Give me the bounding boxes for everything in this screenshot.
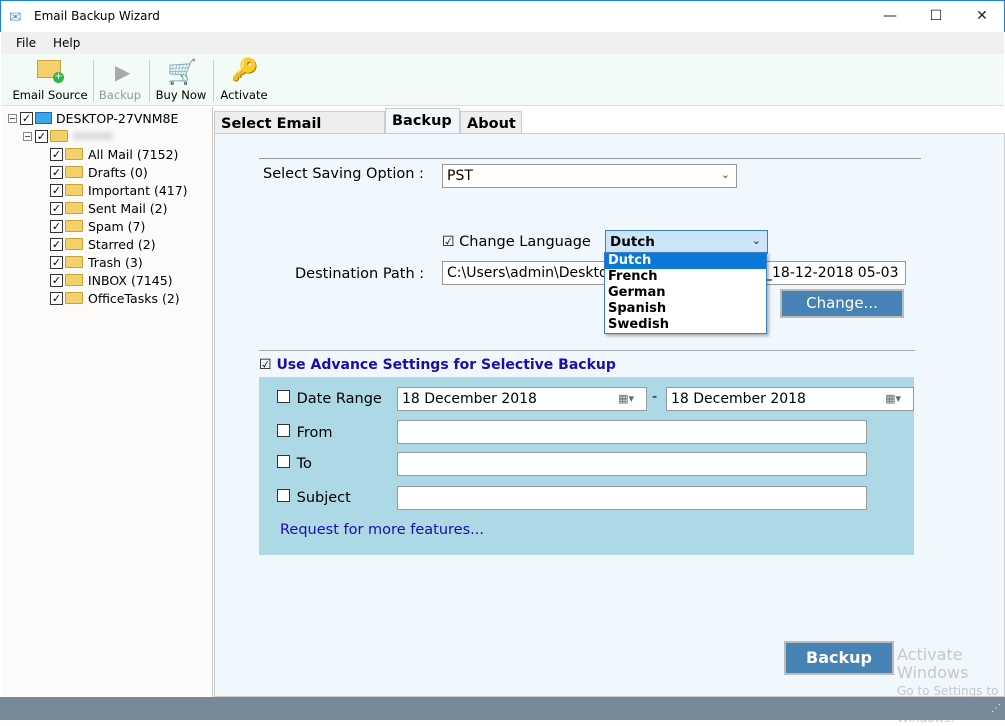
drafts-folder-icon [65, 166, 83, 178]
checkbox[interactable]: ✓ [20, 111, 33, 125]
trash-icon [65, 256, 83, 268]
menu-bar: File Help [1, 32, 1004, 54]
menu-help[interactable]: Help [53, 36, 80, 50]
plus-badge-icon: + [53, 71, 64, 83]
saving-option-select[interactable]: PST ⌄ [442, 164, 737, 188]
checkbox[interactable]: ✓ [50, 273, 63, 287]
language-option[interactable]: Spanish [605, 301, 766, 317]
advance-settings-checkbox[interactable]: ☑ Use Advance Settings for Selective Bac… [259, 357, 616, 373]
language-dropdown-list: Dutch French German Spanish Swedish [604, 252, 767, 334]
activation-watermark-title: Activate Windows [897, 645, 969, 683]
collapse-icon[interactable]: − [8, 113, 17, 123]
checkbox[interactable]: ✓ [50, 219, 63, 233]
advance-settings-panel: Date Range 18 December 2018 ▦▾ - 18 Decem… [259, 377, 914, 555]
maximize-button[interactable]: ☐ [913, 1, 959, 32]
checkbox[interactable]: ✓ [50, 201, 63, 215]
from-checkbox[interactable]: From [277, 424, 333, 441]
close-button[interactable]: ✕ [959, 1, 1005, 32]
tasks-icon [65, 292, 83, 304]
tree-folder-item[interactable]: ✓ OfficeTasks (2) [50, 289, 180, 307]
subject-checkbox[interactable]: Subject [277, 489, 351, 506]
tree-folder-item[interactable]: ✓ Starred (2) [50, 235, 156, 253]
chevron-down-icon: ⌄ [720, 168, 730, 181]
checkbox[interactable]: ✓ [50, 183, 63, 197]
email-source-button[interactable]: + Email Source [11, 56, 89, 104]
resize-grip-icon[interactable]: ⋰ [991, 703, 1001, 714]
window-title: Email Backup Wizard [34, 9, 160, 23]
tree-folder-item[interactable]: ✓ Drafts (0) [50, 163, 148, 181]
divider [259, 158, 921, 159]
from-input[interactable] [397, 420, 867, 444]
sent-folder-icon [65, 202, 83, 214]
date-from-picker[interactable]: 18 December 2018 ▦▾ [397, 387, 647, 411]
request-features-link[interactable]: Request for more features... [280, 522, 484, 538]
toolbar-separator [93, 60, 94, 102]
language-option[interactable]: Swedish [605, 317, 766, 333]
folder-tree: − ✓ DESKTOP-27VNM8E − ✓ ✓ All Mail (7152) ✓ D… [1, 107, 213, 697]
menu-file[interactable]: File [16, 36, 36, 50]
subject-input[interactable] [397, 486, 867, 510]
checkbox[interactable]: ✓ [50, 291, 63, 305]
tab-select-email-source[interactable]: Select Email Source [214, 111, 385, 148]
blurred-account-name [73, 132, 113, 140]
saving-option-label: Select Saving Option : [263, 166, 424, 182]
folder-icon [65, 148, 83, 160]
language-option[interactable]: Dutch [605, 253, 766, 269]
inbox-folder-icon [65, 274, 83, 286]
toolbar: + Email Source ▶ Backup 🛒 Buy Now 🔑 Acti… [1, 54, 1004, 106]
tree-folder-item[interactable]: ✓ Important (417) [50, 181, 188, 199]
tab-about[interactable]: About [460, 111, 522, 134]
date-separator: - [652, 389, 658, 405]
calendar-icon[interactable]: ▦▾ [885, 392, 901, 405]
change-path-button[interactable]: Change... [780, 289, 904, 318]
toolbar-separator [149, 60, 150, 102]
key-icon: 🔑 [231, 58, 259, 83]
tab-backup[interactable]: Backup [385, 108, 460, 135]
checkbox[interactable]: ✓ [50, 237, 63, 251]
tree-root[interactable]: − ✓ DESKTOP-27VNM8E [8, 109, 178, 127]
backup-button[interactable]: Backup [784, 641, 894, 675]
cart-icon: 🛒 [167, 58, 197, 86]
backup-toolbar-button[interactable]: ▶ Backup [97, 56, 143, 104]
tree-folder-item[interactable]: ✓ INBOX (7145) [50, 271, 173, 289]
checkbox[interactable]: ✓ [50, 255, 63, 269]
status-bar: ⋰ [0, 697, 1005, 720]
language-select[interactable]: Dutch ⌄ [605, 230, 768, 254]
activate-button[interactable]: 🔑 Activate [217, 56, 271, 104]
checkbox-checked-icon: ☑ [259, 357, 272, 373]
folder-icon [65, 220, 83, 232]
app-envelope-icon: ✉ [9, 8, 22, 26]
language-option[interactable]: French [605, 269, 766, 285]
buy-now-button[interactable]: 🛒 Buy Now [153, 56, 209, 104]
checkbox-checked-icon: ☑ [442, 234, 455, 250]
minimize-button[interactable]: — [867, 1, 913, 32]
title-bar: ✉ Email Backup Wizard — ☐ ✕ [0, 0, 1005, 32]
destination-path-label: Destination Path : [295, 266, 425, 282]
calendar-icon[interactable]: ▦▾ [618, 392, 634, 405]
change-language-checkbox[interactable]: ☑ Change Language [442, 234, 591, 250]
tree-folder-item[interactable]: ✓ Sent Mail (2) [50, 199, 168, 217]
to-input[interactable] [397, 452, 867, 476]
folder-icon [65, 238, 83, 250]
checkbox[interactable]: ✓ [50, 147, 63, 161]
backup-panel: Select Saving Option : PST ⌄ ☑ Change Lan… [214, 133, 1005, 725]
tree-folder-item[interactable]: ✓ All Mail (7152) [50, 145, 178, 163]
tree-account[interactable]: − ✓ [23, 127, 113, 145]
divider [259, 350, 915, 351]
tree-folder-item[interactable]: ✓ Spam (7) [50, 217, 145, 235]
language-option[interactable]: German [605, 285, 766, 301]
account-icon [50, 130, 68, 142]
collapse-icon[interactable]: − [23, 131, 32, 141]
folder-icon [65, 184, 83, 196]
computer-icon [35, 112, 52, 124]
date-to-picker[interactable]: 18 December 2018 ▦▾ [666, 387, 914, 411]
date-range-checkbox[interactable]: Date Range [277, 390, 382, 407]
play-icon: ▶ [115, 60, 131, 84]
checkbox[interactable]: ✓ [35, 129, 48, 143]
to-checkbox[interactable]: To [277, 455, 312, 472]
checkbox[interactable]: ✓ [50, 165, 63, 179]
toolbar-separator [213, 60, 214, 102]
tree-folder-item[interactable]: ✓ Trash (3) [50, 253, 143, 271]
chevron-down-icon: ⌄ [751, 234, 761, 247]
